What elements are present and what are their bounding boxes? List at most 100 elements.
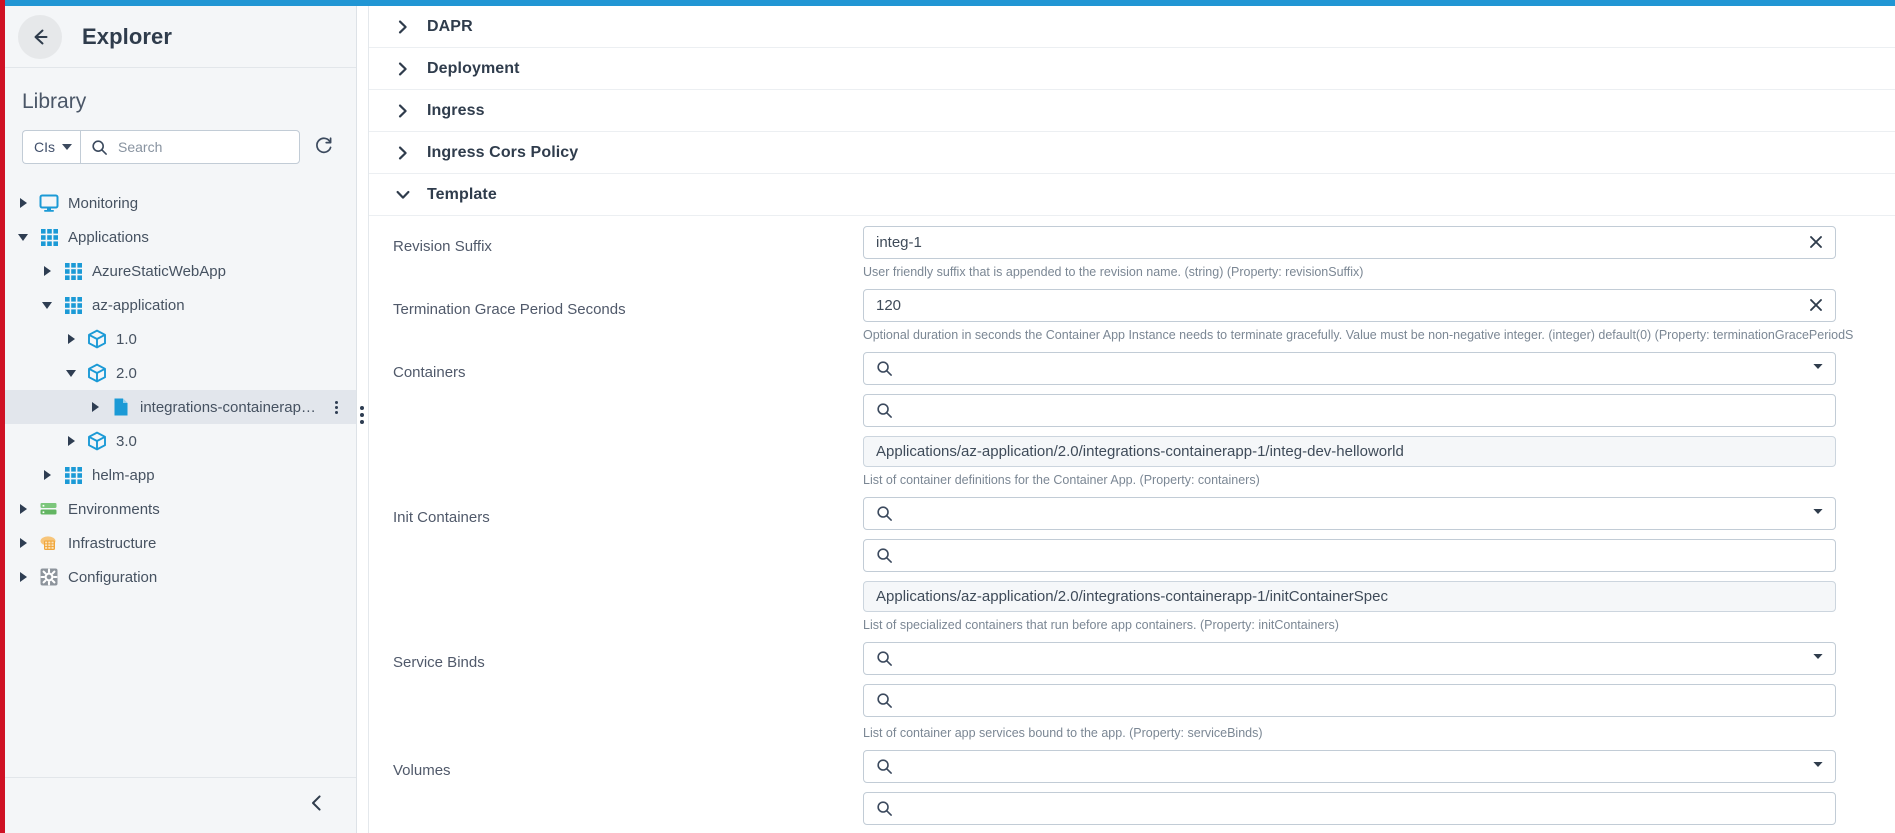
tree-item-2-0[interactable]: 2.0 [0, 356, 356, 390]
search-icon [876, 360, 894, 377]
close-icon[interactable] [1806, 295, 1826, 315]
field-row-volumes: Volumes [369, 750, 1895, 833]
search-box[interactable] [80, 130, 300, 164]
cloud-grid-icon [38, 532, 60, 554]
twisty-expanded-icon[interactable] [14, 228, 32, 246]
search-scope-select[interactable]: CIs [22, 130, 80, 164]
panel-splitter[interactable] [357, 0, 369, 833]
tree-item-configuration[interactable]: Configuration [0, 560, 356, 594]
field-row-service-binds: Service Binds List of container app servi… [369, 642, 1895, 740]
tree-item-menu-icon[interactable] [328, 400, 344, 414]
search-icon [876, 402, 894, 419]
field-row-init-containers: Init Containers Applications/az-applicati… [369, 497, 1895, 632]
caret-down-icon[interactable] [1811, 757, 1825, 776]
library-tree: Monitoring Applications AzureStaticWebApp a… [0, 178, 356, 777]
section-header-dapr[interactable]: DAPR [369, 6, 1895, 48]
field-label-termination-grace-period-seconds: Termination Grace Period Seconds [393, 301, 626, 318]
help-text-termination-grace-period-seconds: Optional duration in seconds the Contain… [863, 328, 1854, 342]
tree-item-applications[interactable]: Applications [0, 220, 356, 254]
section-title: DAPR [427, 17, 473, 35]
select-init-containers[interactable] [863, 497, 1836, 530]
caret-down-icon[interactable] [1811, 649, 1825, 668]
section-header-deployment[interactable]: Deployment [369, 48, 1895, 90]
search-scope-label: CIs [34, 139, 55, 155]
filter-input-init-containers[interactable] [863, 539, 1836, 572]
tree-item-az-application[interactable]: az-application [0, 288, 356, 322]
caret-down-icon[interactable] [1811, 504, 1825, 523]
field-control-containers: Applications/az-application/2.0/integrat… [863, 352, 1895, 487]
tree-item-label: 1.0 [116, 330, 137, 348]
sidebar-footer [0, 777, 356, 833]
search-icon [876, 547, 894, 564]
chevron-right-icon [393, 59, 413, 79]
tree-item-helm-app[interactable]: helm-app [0, 458, 356, 492]
tree-item-environments[interactable]: Environments [0, 492, 356, 526]
tree-item-monitoring[interactable]: Monitoring [0, 186, 356, 220]
main-panel: DAPR Deployment Ingress Ingress Cors Policy… [369, 0, 1895, 833]
close-icon[interactable] [1806, 232, 1826, 252]
help-text-revision-suffix: User friendly suffix that is appended to… [863, 265, 1364, 279]
twisty-collapsed-icon[interactable] [14, 568, 32, 586]
select-service-binds[interactable] [863, 642, 1836, 675]
twisty-collapsed-icon[interactable] [14, 534, 32, 552]
section-header-template[interactable]: Template [369, 174, 1895, 216]
twisty-collapsed-icon[interactable] [38, 262, 56, 280]
field-label-revision-suffix: Revision Suffix [393, 238, 492, 255]
splitter-grip-icon[interactable] [360, 406, 364, 424]
twisty-collapsed-icon[interactable] [62, 330, 80, 348]
field-label-volumes: Volumes [393, 762, 451, 779]
search-icon [876, 505, 894, 522]
field-label-containers: Containers [393, 364, 466, 381]
select-volumes[interactable] [863, 750, 1836, 783]
tree-item-label: integrations-containerap… [140, 398, 316, 416]
section-title: Template [427, 185, 497, 203]
package-icon [86, 328, 108, 350]
field-control-revision-suffix: User friendly suffix that is appended to… [863, 226, 1895, 279]
collapse-sidebar-button[interactable] [304, 793, 330, 819]
selected-value-chip[interactable]: Applications/az-application/2.0/integrat… [863, 581, 1836, 612]
field-control-termination-grace-period-seconds: Optional duration in seconds the Contain… [863, 289, 1895, 342]
section-header-ingress[interactable]: Ingress [369, 90, 1895, 132]
filter-input-service-binds[interactable] [863, 684, 1836, 717]
twisty-expanded-icon[interactable] [62, 364, 80, 382]
back-button[interactable] [18, 14, 62, 59]
input-termination-grace-period-seconds[interactable] [863, 289, 1836, 322]
grid-icon [62, 464, 84, 486]
search-icon [876, 758, 894, 775]
refresh-button[interactable] [312, 135, 336, 159]
tree-item-1-0[interactable]: 1.0 [0, 322, 356, 356]
field-row-termination-grace-period-seconds: Termination Grace Period Seconds Optional… [369, 289, 1895, 342]
filter-input-volumes[interactable] [863, 792, 1836, 825]
grid-icon [38, 226, 60, 248]
section-title: Ingress Cors Policy [427, 143, 579, 161]
twisty-collapsed-icon[interactable] [86, 398, 104, 416]
tree-item-label: Applications [68, 228, 149, 246]
section-title: Deployment [427, 59, 520, 77]
filter-input-containers[interactable] [863, 394, 1836, 427]
tree-item-infrastructure[interactable]: Infrastructure [0, 526, 356, 560]
tree-item-3-0[interactable]: 3.0 [0, 424, 356, 458]
section-header-ingress-cors-policy[interactable]: Ingress Cors Policy [369, 132, 1895, 174]
input-revision-suffix[interactable] [863, 226, 1836, 259]
caret-down-icon[interactable] [1811, 359, 1825, 378]
twisty-collapsed-icon[interactable] [38, 466, 56, 484]
document-icon [110, 396, 132, 418]
sidebar: Explorer Library CIs Search Monitoring A… [0, 0, 357, 833]
selected-value-chip[interactable]: Applications/az-application/2.0/integrat… [863, 436, 1836, 467]
twisty-collapsed-icon[interactable] [14, 500, 32, 518]
twisty-expanded-icon[interactable] [38, 296, 56, 314]
monitor-icon [38, 192, 60, 214]
server-icon [38, 498, 60, 520]
field-row-revision-suffix: Revision Suffix User friendly suffix that… [369, 226, 1895, 279]
tree-item-azurestaticwebapp[interactable]: AzureStaticWebApp [0, 254, 356, 288]
package-icon [86, 362, 108, 384]
field-label-init-containers: Init Containers [393, 509, 490, 526]
twisty-collapsed-icon[interactable] [62, 432, 80, 450]
search-input[interactable] [116, 138, 289, 156]
select-containers[interactable] [863, 352, 1836, 385]
search-row: CIs [0, 124, 356, 178]
twisty-collapsed-icon[interactable] [14, 194, 32, 212]
section-list: DAPR Deployment Ingress Ingress Cors Policy… [369, 6, 1895, 216]
explorer-app: Explorer Library CIs Search Monitoring A… [0, 0, 1895, 833]
tree-item-integrations-containerap[interactable]: integrations-containerap… [0, 390, 356, 424]
